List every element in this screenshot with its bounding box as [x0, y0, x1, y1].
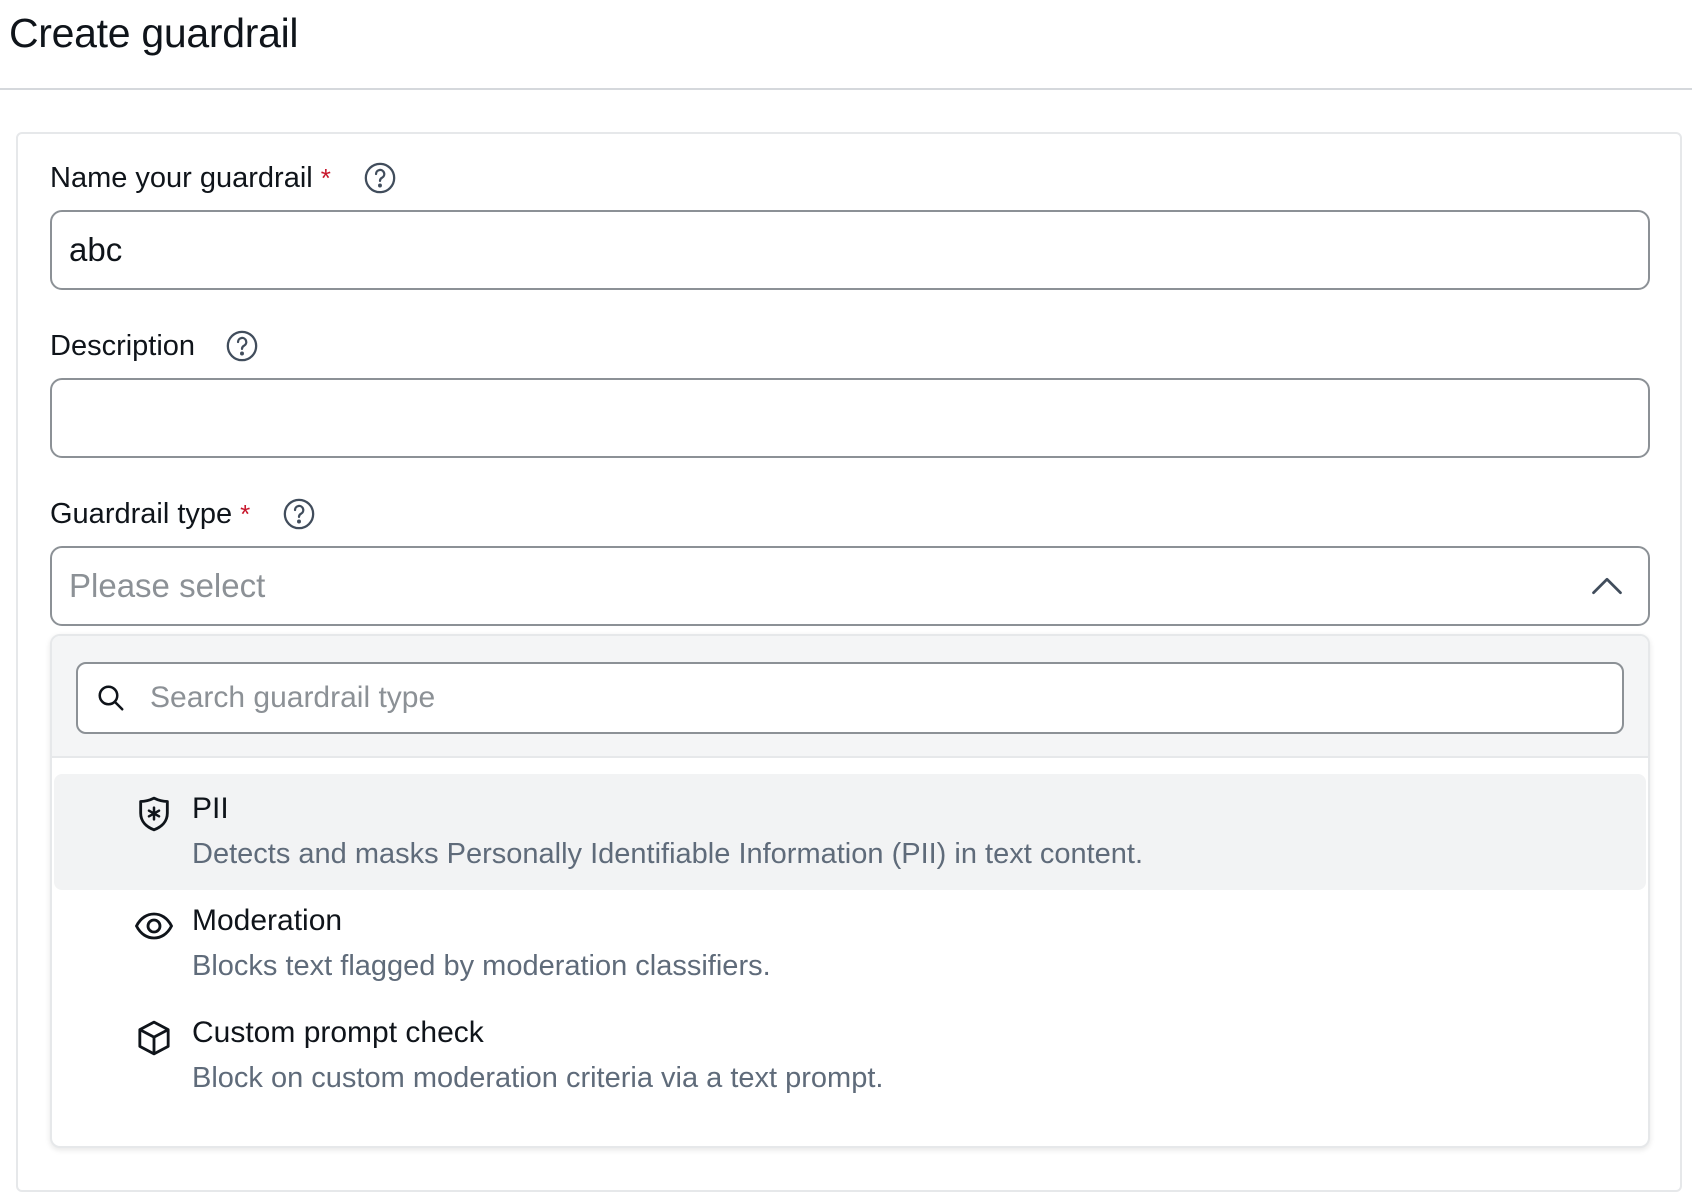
description-field-label: Description	[50, 326, 259, 366]
shield-star-icon	[134, 794, 174, 834]
option-title: PII	[192, 792, 229, 825]
guardrail-type-field-label: Guardrail type *	[50, 494, 316, 534]
name-input[interactable]	[50, 210, 1650, 290]
description-input[interactable]	[50, 378, 1650, 458]
option-moderation[interactable]: Moderation Blocks text flagged by modera…	[54, 886, 1646, 1002]
eye-icon	[134, 906, 174, 946]
help-icon[interactable]	[225, 329, 259, 363]
required-mark: *	[320, 162, 331, 193]
name-field-label: Name your guardrail *	[50, 158, 397, 198]
option-title: Custom prompt check	[192, 1016, 484, 1049]
option-pii[interactable]: PII Detects and masks Personally Identif…	[54, 774, 1646, 890]
guardrail-type-dropdown: PII Detects and masks Personally Identif…	[50, 634, 1650, 1148]
option-description: Blocks text flagged by moderation classi…	[192, 950, 771, 982]
help-icon[interactable]	[282, 497, 316, 531]
option-custom-prompt-check[interactable]: Custom prompt check Block on custom mode…	[54, 998, 1646, 1114]
search-input[interactable]	[148, 680, 1622, 716]
option-title: Moderation	[192, 904, 343, 937]
required-mark: *	[240, 498, 251, 529]
help-icon[interactable]	[363, 161, 397, 195]
description-label-text: Description	[50, 329, 196, 362]
page-header: Create guardrail	[0, 0, 1692, 90]
option-description: Block on custom moderation criteria via …	[192, 1062, 884, 1094]
guardrail-type-label-text: Guardrail type	[50, 497, 233, 530]
page-title: Create guardrail	[9, 10, 299, 56]
select-placeholder: Please select	[69, 567, 266, 604]
name-label-text: Name your guardrail	[50, 161, 313, 194]
cube-icon	[134, 1018, 174, 1058]
dropdown-search-area	[52, 636, 1648, 758]
search-icon	[96, 683, 126, 713]
chevron-up-icon	[1589, 568, 1625, 604]
guardrail-type-select[interactable]: Please select	[50, 546, 1650, 626]
option-description: Detects and masks Personally Identifiabl…	[192, 838, 1144, 870]
search-box[interactable]	[76, 662, 1624, 734]
